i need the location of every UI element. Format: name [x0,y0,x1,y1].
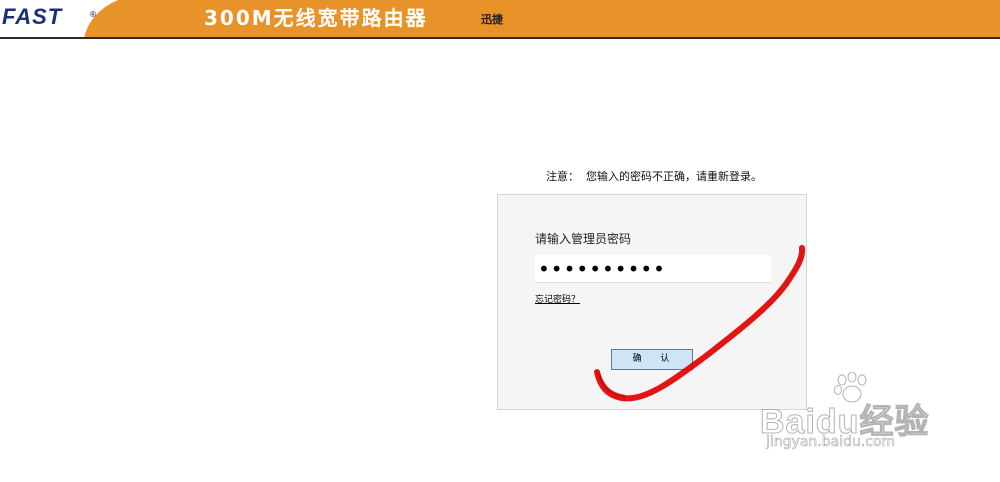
registered-mark: ® [89,10,97,19]
product-subtitle: 迅捷 [481,13,503,26]
watermark-url: jingyan.baidu.com [766,434,896,451]
header: FAST ® 300M无线宽带路由器 迅捷 [0,0,1000,39]
router-login-page: FAST ® 300M无线宽带路由器 迅捷 注意： 您输入的密码不正确，请重新登… [0,0,1000,482]
password-label: 请输入管理员密码 [535,232,632,246]
error-notice: 注意： 您输入的密码不正确，请重新登录。 [546,170,762,183]
header-divider [0,37,1000,39]
paw-icon [834,372,867,403]
login-panel: 请输入管理员密码 忘记密码？ 确 认 [497,194,807,410]
forgot-password-link[interactable]: 忘记密码？ [535,292,580,305]
brand-logo: FAST [2,4,63,29]
confirm-button[interactable]: 确 认 [611,349,693,370]
product-title: 300M无线宽带路由器 [204,6,428,30]
password-input[interactable] [535,255,771,283]
